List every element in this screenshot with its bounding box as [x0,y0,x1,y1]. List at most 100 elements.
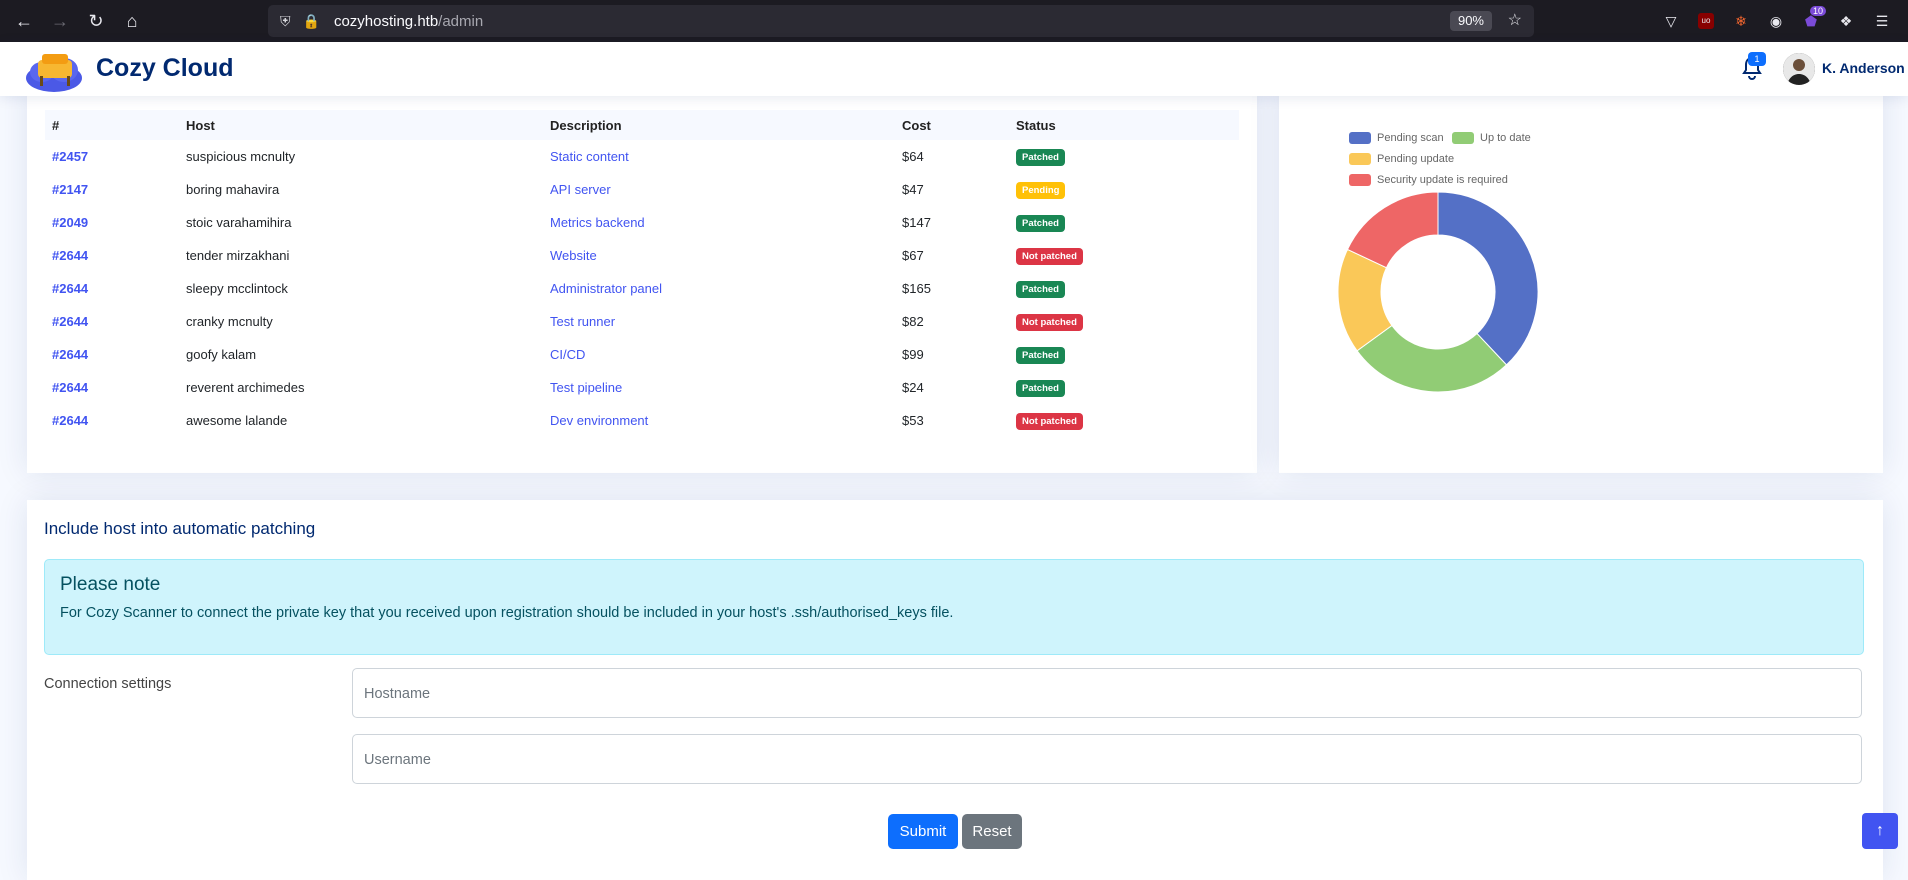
extensions-puzzle-icon[interactable]: ❖ [1834,9,1858,33]
logo-text[interactable]: Cozy Cloud [96,54,234,83]
pocket-icon[interactable]: ▽ [1659,9,1683,33]
table-row: #2644 sleepy mcclintock Administrator pane… [45,272,1239,305]
description-link[interactable]: Static content [550,149,629,164]
cookie-icon[interactable]: ◉ [1764,9,1788,33]
status-badge: Patched [1016,214,1065,232]
cell-host: goofy kalam [179,338,543,371]
host-name: tender mirzakhani [186,248,290,263]
cozy-cloud-logo[interactable] [24,46,86,96]
url-host: cozyhosting.htb [333,12,439,30]
cell-status: Not patched [1009,305,1239,338]
host-id-link[interactable]: #2147 [52,182,88,197]
description-link[interactable]: Metrics backend [550,215,645,230]
table-row: #2147 boring mahavira API server $47 Pending [45,173,1239,206]
notification-badge: 1 [1748,52,1766,66]
cell-id: #2644 [45,239,179,272]
table-row: #2644 goofy kalam CI/CD $99 Patched [45,338,1239,371]
legend-label: Pending update [1377,153,1455,165]
column-header-cost: Cost [902,117,931,133]
column-header-description: Description [550,117,622,133]
cell-host: awesome lalande [179,404,543,437]
cell-status: Patched [1009,206,1239,239]
reset-button[interactable]: Reset [962,814,1022,849]
status-badge: Pending [1016,181,1066,199]
cost-value: $24 [902,380,924,395]
cell-cost: $47 [895,173,1009,206]
cell-description: CI/CD [543,338,895,371]
description-link[interactable]: API server [550,182,611,197]
hosts-table: # Host Description Cost Status #2457 susp… [45,110,1239,437]
host-name: awesome lalande [186,413,288,428]
browser-toolbar: ← → ↻ ⌂ ⛨ 🔒 cozyhosting.htb/admin 90% ☆ … [0,0,1908,42]
table-row: #2644 reverent archimedes Test pipeline $24… [45,371,1239,404]
table-row: #2644 awesome lalande Dev environment $53 No… [45,404,1239,437]
legend-item-pending-update[interactable]: Pending update [1349,153,1455,166]
back-icon[interactable]: ← [6,3,42,39]
cell-id: #2644 [45,305,179,338]
legend-item-security-update[interactable]: Security update is required [1349,174,1508,187]
status-badge: Patched [1016,280,1065,298]
cell-status: Pending [1009,173,1239,206]
legend-label: Pending scan [1377,132,1444,144]
host-id-link[interactable]: #2644 [52,314,88,329]
fox-extension-icon[interactable]: ❄ [1729,9,1753,33]
lock-icon[interactable]: 🔒 [303,13,320,30]
menu-icon[interactable]: ☰ [1870,9,1894,33]
cell-cost: $67 [895,239,1009,272]
username-input[interactable]: Username [352,734,1862,784]
cost-value: $99 [902,347,924,362]
host-id-link[interactable]: #2644 [52,248,88,263]
description-link[interactable]: Test pipeline [550,380,622,395]
status-badge: Not patched [1016,412,1083,430]
host-id-link[interactable]: #2049 [52,215,88,230]
donut-slice-pending-scan[interactable] [1437,192,1538,366]
hostname-input[interactable]: Hostname [352,668,1862,718]
legend-swatch [1349,174,1371,187]
address-bar[interactable]: ⛨ 🔒 cozyhosting.htb/admin 90% ☆ [268,5,1534,37]
cell-host: stoic varahamihira [179,206,543,239]
forward-icon[interactable]: → [42,3,78,39]
cell-description: Test pipeline [543,371,895,404]
cell-cost: $53 [895,404,1009,437]
cell-status: Patched [1009,371,1239,404]
url-text: cozyhosting.htb/admin [334,13,483,30]
legend-item-pending-scan[interactable]: Pending scan [1349,132,1444,145]
form-title: Include host into automatic patching [44,519,316,538]
submit-button[interactable]: Submit [888,814,958,849]
cell-status: Patched [1009,140,1239,173]
cell-description: Administrator panel [543,272,895,305]
reload-icon[interactable]: ↻ [78,3,114,39]
host-id-link[interactable]: #2644 [52,413,88,428]
description-link[interactable]: CI/CD [550,347,585,362]
arrow-up-icon[interactable]: ↑ [1862,813,1898,849]
legend-item-up-to-date[interactable]: Up to date [1452,132,1531,145]
cell-description: Static content [543,140,895,173]
alert-text: For Cozy Scanner to connect the private … [60,605,954,621]
cell-description: Metrics backend [543,206,895,239]
host-id-link[interactable]: #2644 [52,281,88,296]
column-header-host: Host [186,117,215,133]
status-badge: Patched [1016,379,1065,397]
cell-host: suspicious mcnulty [179,140,543,173]
bookmark-star-icon[interactable]: ☆ [1508,10,1522,30]
ublock-icon[interactable]: uo [1694,9,1718,33]
status-donut-chart [1338,192,1538,392]
description-link[interactable]: Test runner [550,314,615,329]
user-name[interactable]: K. Anderson [1822,60,1905,76]
table-row: #2049 stoic varahamihira Metrics backend $1… [45,206,1239,239]
host-id-link[interactable]: #2457 [52,149,88,164]
cell-cost: $82 [895,305,1009,338]
avatar[interactable] [1783,53,1815,85]
description-link[interactable]: Administrator panel [550,281,662,296]
home-icon[interactable]: ⌂ [114,3,150,39]
table-row: #2457 suspicious mcnulty Static content $64… [45,140,1239,173]
zoom-level[interactable]: 90% [1449,11,1492,31]
table-header-row: # Host Description Cost Status [45,110,1239,140]
description-link[interactable]: Website [550,248,597,263]
host-id-link[interactable]: #2644 [52,347,88,362]
host-id-link[interactable]: #2644 [52,380,88,395]
shield-icon[interactable]: ⛨ [280,13,291,30]
alert-heading: Please note [60,574,161,595]
description-link[interactable]: Dev environment [550,413,648,428]
cell-description: Website [543,239,895,272]
